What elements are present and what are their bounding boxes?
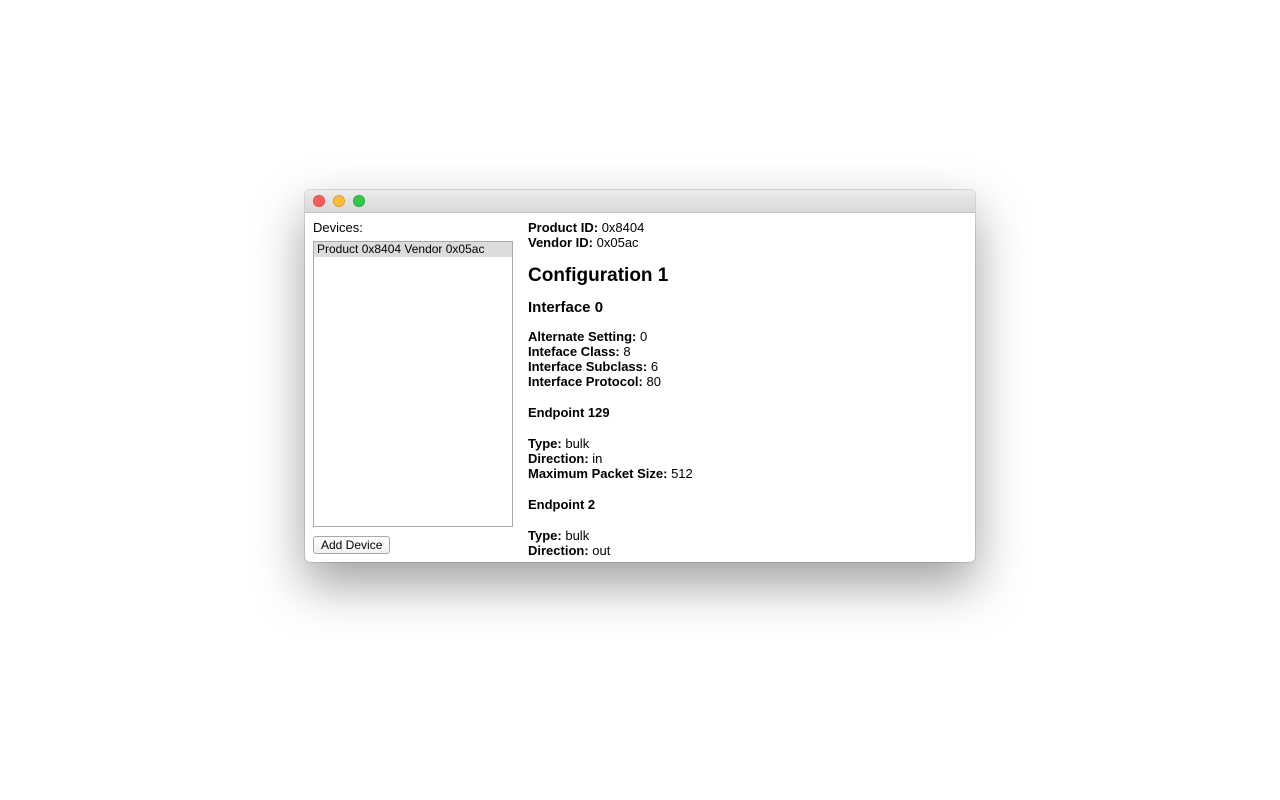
product-id-row: Product ID: 0x8404 (528, 220, 968, 235)
endpoint-properties: Type: bulk Direction: in Maximum Packet … (528, 436, 968, 481)
endpoint-type-row: Type: bulk (528, 528, 968, 543)
interface-class-label: Inteface Class: (528, 344, 620, 359)
devices-label: Devices: (313, 220, 363, 235)
configuration-heading: Configuration 1 (528, 265, 669, 286)
endpoint-direction-label: Direction: (528, 543, 589, 558)
close-window-button[interactable] (313, 195, 325, 207)
product-id-label: Product ID: (528, 220, 599, 235)
interface-class-row: Inteface Class: 8 (528, 344, 968, 359)
interface-protocol-label: Interface Protocol: (528, 374, 643, 389)
endpoint-heading: Endpoint 129 (528, 405, 610, 420)
device-details: Product ID: 0x8404 Vendor ID: 0x05ac Con… (528, 220, 968, 560)
interface-subclass-row: Interface Subclass: 6 (528, 359, 968, 374)
vendor-id-label: Vendor ID: (528, 235, 594, 250)
interface-protocol-row: Interface Protocol: 80 (528, 374, 968, 389)
endpoint-type-value: bulk (565, 528, 590, 543)
product-id-value: 0x8404 (601, 220, 645, 235)
app-window: Devices: Product 0x8404 Vendor 0x05ac Ad… (305, 190, 975, 562)
endpoint-type-label: Type: (528, 528, 562, 543)
endpoint-direction-value: in (592, 451, 603, 466)
add-device-button[interactable]: Add Device (313, 536, 391, 554)
endpoint-type-label: Type: (528, 436, 562, 451)
endpoint-direction-value: out (592, 543, 611, 558)
device-list-item[interactable]: Product 0x8404 Vendor 0x05ac (314, 242, 512, 257)
endpoint-type-row: Type: bulk (528, 436, 968, 451)
zoom-window-button[interactable] (353, 195, 365, 207)
endpoint-max-packet-value: 512 (671, 466, 693, 481)
devices-panel: Devices: Product 0x8404 Vendor 0x05ac Ad… (313, 220, 513, 554)
endpoint-properties: Type: bulk Direction: out (528, 528, 968, 558)
alternate-setting-row: Alternate Setting: 0 (528, 329, 968, 344)
title-bar[interactable] (305, 190, 975, 213)
device-list[interactable]: Product 0x8404 Vendor 0x05ac (313, 241, 513, 527)
vendor-id-row: Vendor ID: 0x05ac (528, 235, 968, 250)
endpoint-type-value: bulk (565, 436, 590, 451)
alternate-setting-value: 0 (639, 329, 648, 344)
interface-subclass-label: Interface Subclass: (528, 359, 648, 374)
interface-heading: Interface 0 (528, 299, 604, 316)
endpoint-heading: Endpoint 2 (528, 497, 596, 512)
interface-properties: Alternate Setting: 0 Inteface Class: 8 I… (528, 329, 968, 389)
vendor-id-value: 0x05ac (596, 235, 639, 250)
minimize-window-button[interactable] (333, 195, 345, 207)
alternate-setting-label: Alternate Setting: (528, 329, 637, 344)
endpoint-direction-label: Direction: (528, 451, 589, 466)
endpoint-max-packet-row: Maximum Packet Size: 512 (528, 466, 968, 481)
interface-class-value: 8 (623, 344, 631, 359)
interface-protocol-value: 80 (646, 374, 661, 389)
interface-subclass-value: 6 (650, 359, 659, 374)
endpoint-max-packet-label: Maximum Packet Size: (528, 466, 668, 481)
endpoint-direction-row: Direction: out (528, 543, 968, 558)
endpoint-direction-row: Direction: in (528, 451, 968, 466)
